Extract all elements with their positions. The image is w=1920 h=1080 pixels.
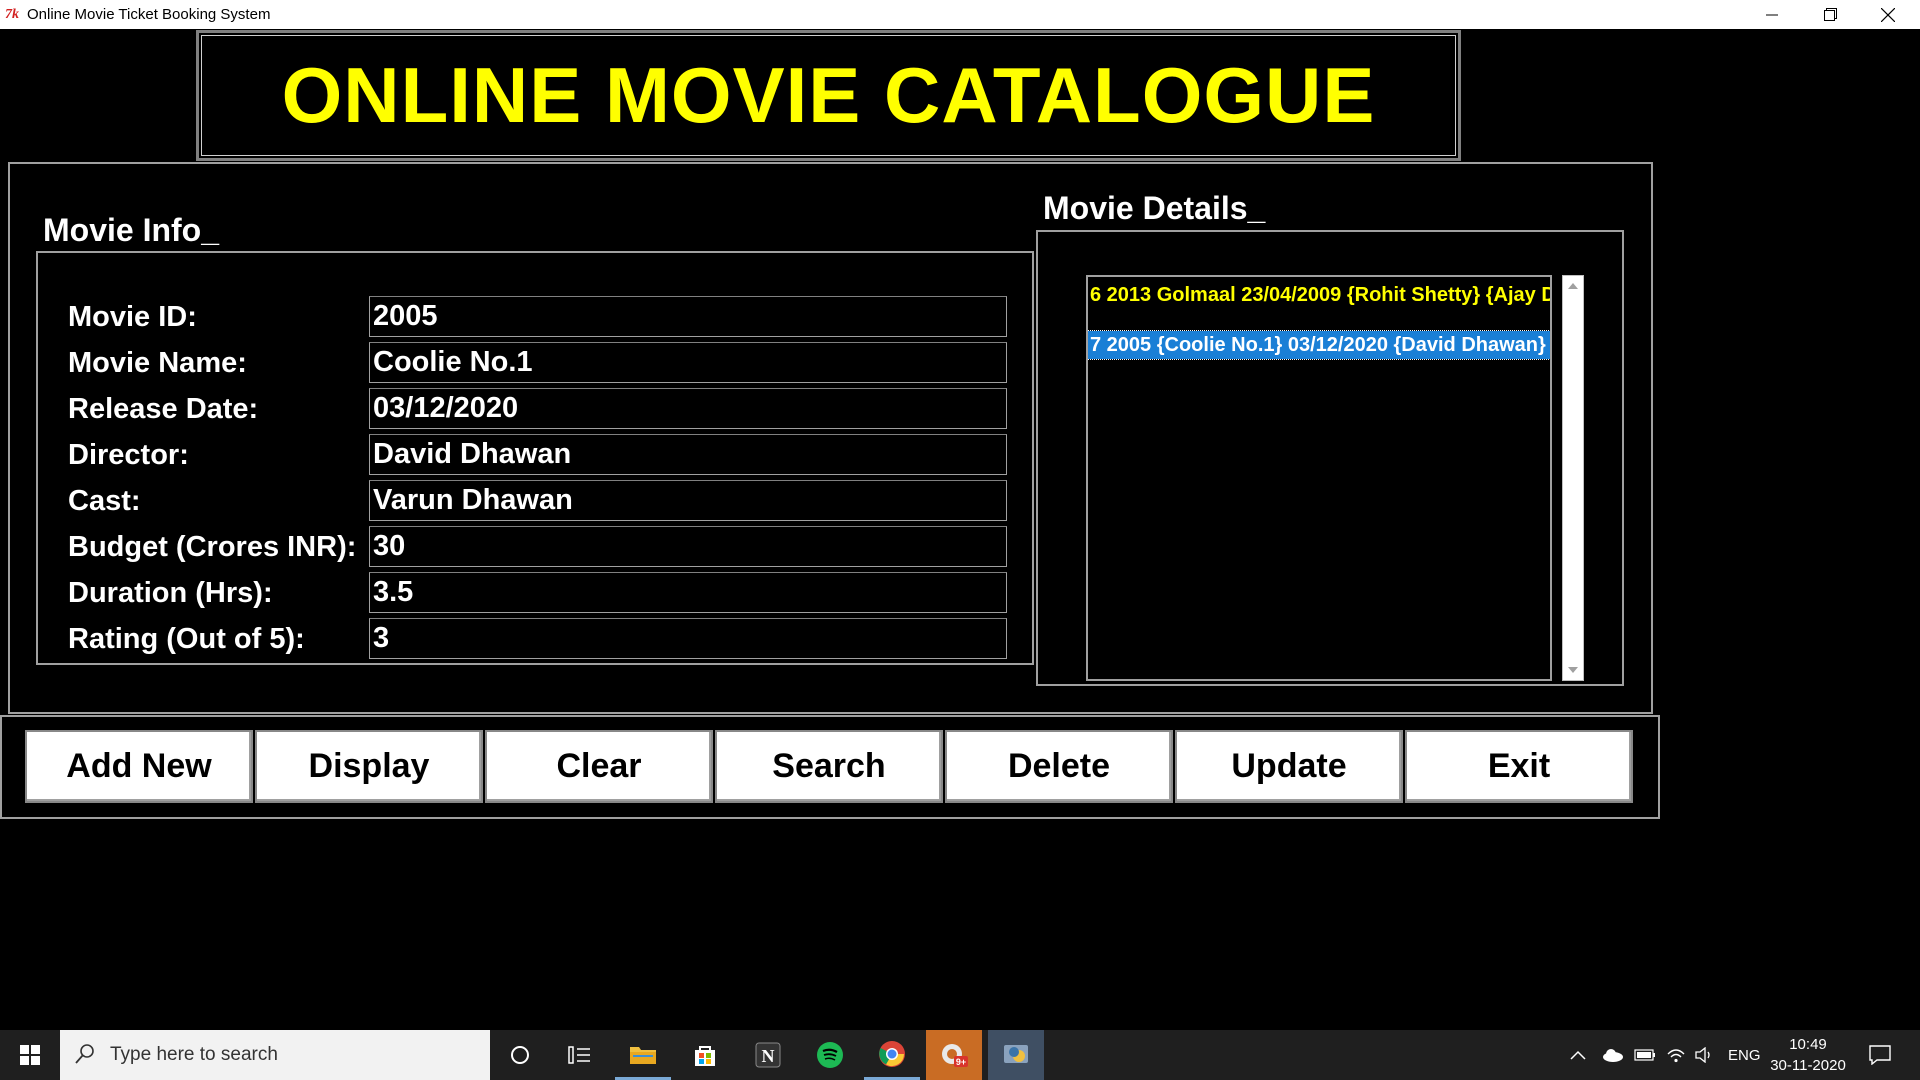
search-button[interactable]: Search (715, 730, 943, 803)
movie-id-input[interactable]: 2005 (369, 296, 1007, 337)
restore-icon (1823, 8, 1837, 21)
onedrive-cloud-icon[interactable] (1602, 1048, 1624, 1062)
svg-text:N: N (762, 1046, 775, 1066)
volume-icon[interactable] (1694, 1047, 1714, 1063)
python-tk-app-icon[interactable] (988, 1030, 1044, 1080)
search-placeholder: Type here to search (110, 1044, 278, 1065)
movie-info-legend: Movie Info_ (39, 212, 224, 249)
windows-logo-icon (20, 1045, 40, 1065)
label-director: Director: (68, 439, 189, 471)
chrome-icon[interactable] (864, 1030, 920, 1080)
movie-name-input[interactable]: Coolie No.1 (369, 342, 1007, 383)
label-movie-name: Movie Name: (68, 347, 247, 379)
window-title-bar: 7k Online Movie Ticket Booking System (0, 0, 1920, 29)
display-button[interactable]: Display (255, 730, 483, 803)
task-view-icon[interactable] (552, 1030, 608, 1080)
close-button[interactable] (1859, 0, 1917, 29)
delete-button[interactable]: Delete (945, 730, 1173, 803)
microsoft-store-icon[interactable] (677, 1030, 733, 1080)
close-icon (1881, 7, 1895, 22)
spotify-icon[interactable] (802, 1030, 858, 1080)
label-duration: Duration (Hrs): (68, 577, 273, 609)
clock-date: 30-11-2020 (1770, 1057, 1846, 1074)
label-budget: Budget (Crores INR): (68, 531, 357, 563)
chevron-up-icon[interactable] (1570, 1050, 1586, 1060)
update-button[interactable]: Update (1175, 730, 1403, 803)
cast-input[interactable]: Varun Dhawan (369, 480, 1007, 521)
label-cast: Cast: (68, 485, 141, 517)
movie-details-listbox[interactable]: 6 2013 Golmaal 23/04/2009 {Rohit Shetty}… (1086, 275, 1552, 681)
notion-icon[interactable]: N (740, 1030, 796, 1080)
tk-app-icon: 7k (5, 6, 19, 22)
label-rating: Rating (Out of 5): (68, 623, 305, 655)
app-badge: 9+ (956, 1057, 966, 1067)
label-movie-id: Movie ID: (68, 301, 197, 333)
clear-button[interactable]: Clear (485, 730, 713, 803)
notification-app-icon[interactable]: 9+ (926, 1030, 982, 1080)
scroll-down-arrow-icon[interactable] (1563, 660, 1583, 680)
start-button[interactable] (0, 1030, 60, 1080)
language-indicator[interactable]: ENG (1728, 1047, 1761, 1064)
director-input[interactable]: David Dhawan (369, 434, 1007, 475)
listbox-scrollbar[interactable] (1562, 275, 1584, 681)
windows-taskbar: Type here to search N 9+ ENG 10:49 30-11… (0, 1030, 1920, 1080)
file-explorer-icon[interactable] (615, 1030, 671, 1080)
restore-button[interactable] (1801, 0, 1859, 29)
window-title: Online Movie Ticket Booking System (27, 6, 271, 23)
release-date-input[interactable]: 03/12/2020 (369, 388, 1007, 429)
battery-icon[interactable] (1634, 1048, 1656, 1062)
taskbar-search-box[interactable]: Type here to search (60, 1030, 490, 1080)
rating-input[interactable]: 3 (369, 618, 1007, 659)
minimize-icon (1766, 14, 1778, 15)
clock-time: 10:49 (1789, 1036, 1827, 1053)
notification-center-icon[interactable] (1852, 1030, 1908, 1080)
banner-title: ONLINE MOVIE CATALOGUE (281, 51, 1376, 139)
add-new-button[interactable]: Add New (25, 730, 253, 803)
budget-input[interactable]: 30 (369, 526, 1007, 567)
scroll-up-arrow-icon[interactable] (1563, 276, 1583, 296)
title-banner: ONLINE MOVIE CATALOGUE (196, 30, 1461, 161)
movie-details-legend: Movie Details_ (1039, 190, 1270, 227)
duration-input[interactable]: 3.5 (369, 572, 1007, 613)
wifi-icon[interactable] (1666, 1047, 1686, 1063)
list-item[interactable]: 6 2013 Golmaal 23/04/2009 {Rohit Shetty}… (1088, 281, 1550, 309)
label-release-date: Release Date: (68, 393, 259, 425)
search-icon (75, 1044, 94, 1064)
cortana-icon[interactable] (492, 1030, 548, 1080)
taskbar-clock[interactable]: 10:49 30-11-2020 (1768, 1034, 1848, 1076)
system-tray: ENG (1570, 1030, 1761, 1080)
exit-button[interactable]: Exit (1405, 730, 1633, 803)
minimize-button[interactable] (1743, 0, 1801, 29)
list-item-selected[interactable]: 7 2005 {Coolie No.1} 03/12/2020 {David D… (1088, 330, 1550, 360)
